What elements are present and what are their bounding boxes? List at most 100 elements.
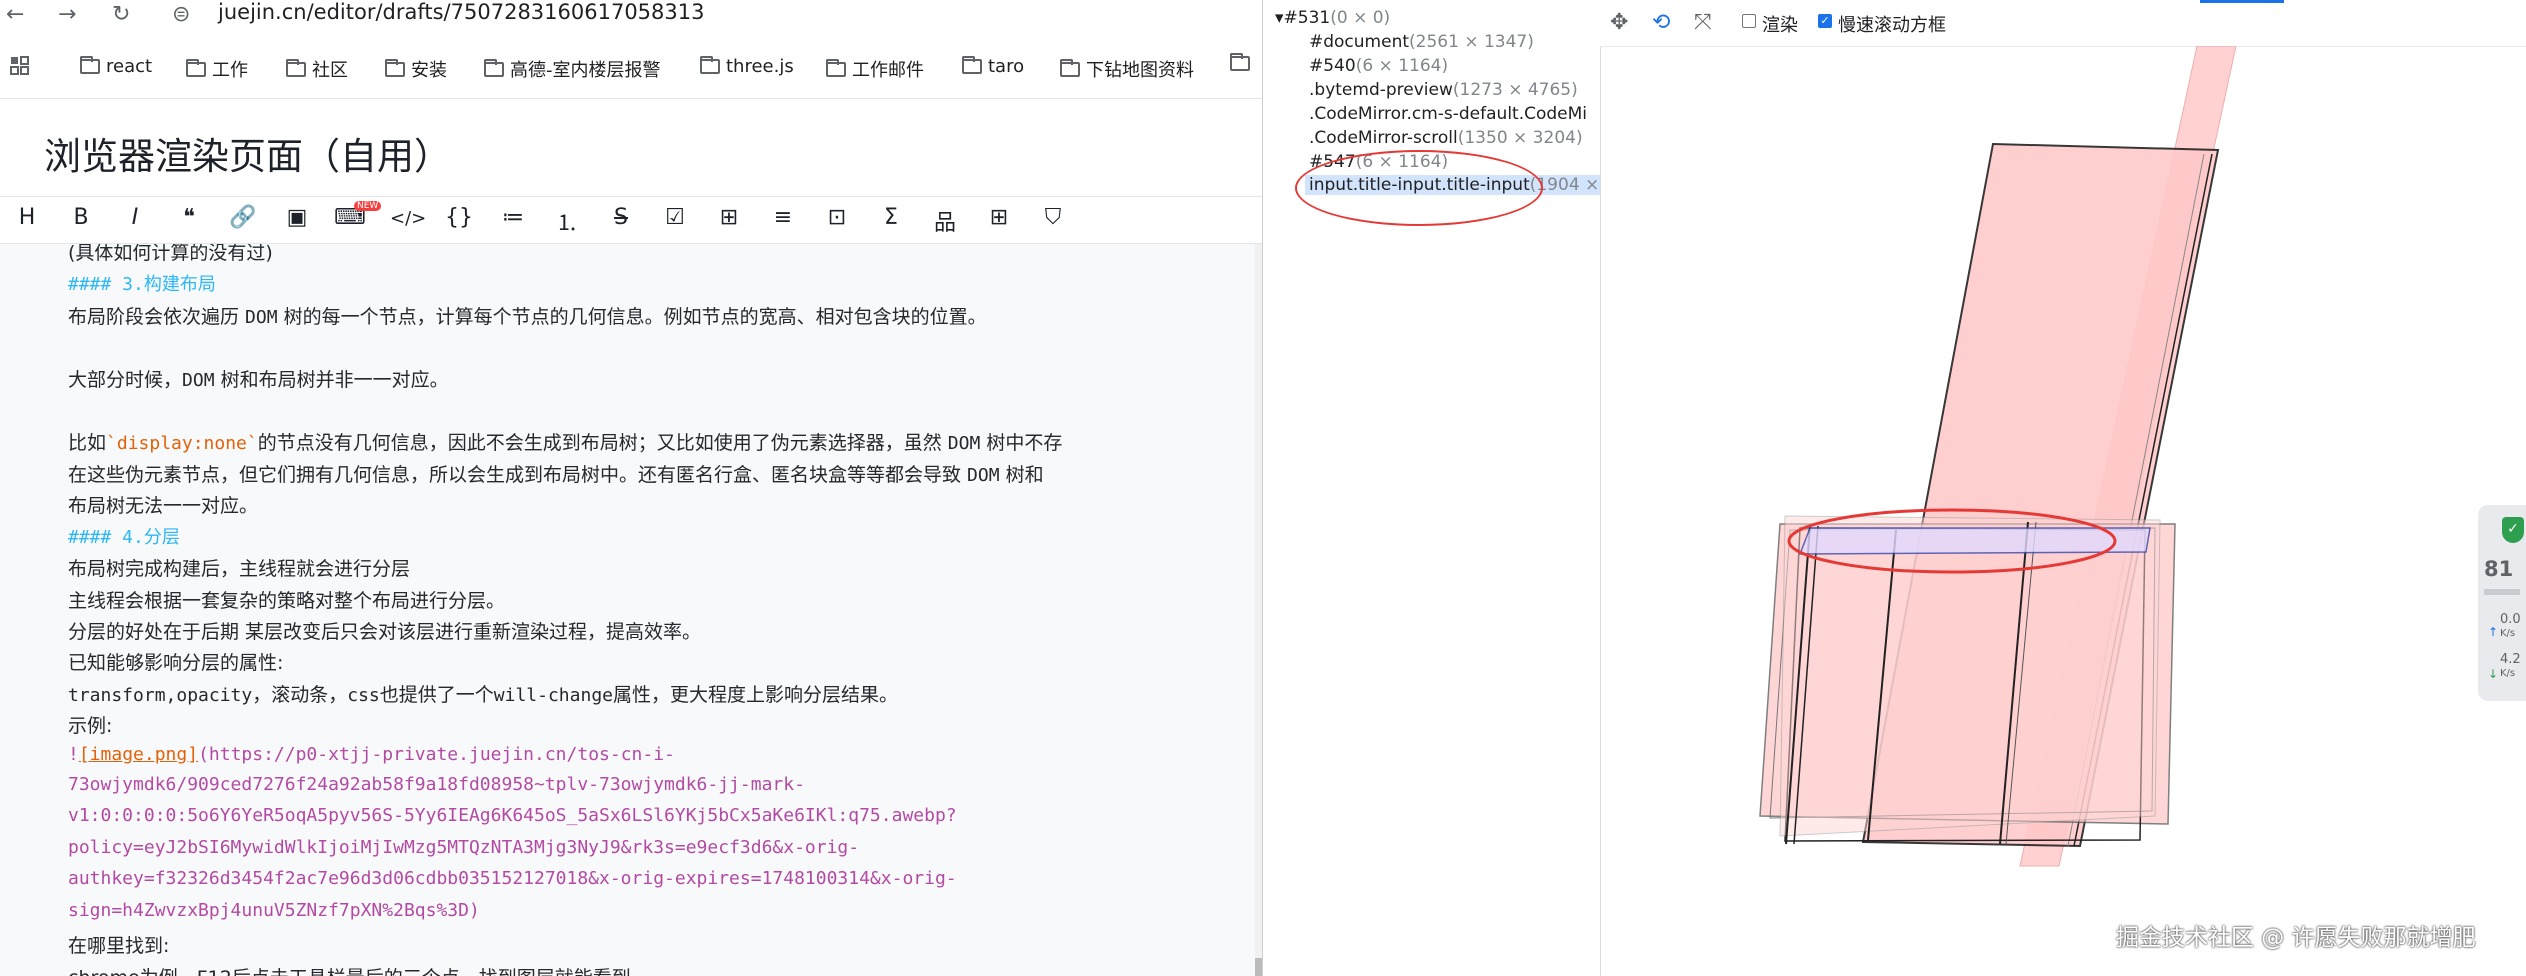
task-list-icon[interactable]: ☑ [660, 205, 690, 230]
table-icon[interactable]: ⊞ [714, 205, 744, 230]
layer-node[interactable]: #document(2561 × 1347) [1309, 32, 1534, 52]
editor-heading-line: #### 3.构建布局 [68, 274, 216, 295]
devtools-layers-panel: ▾#531(0 × 0) #document(2561 × 1347) #540… [1262, 0, 2526, 976]
bookmark-community[interactable]: 社区 [286, 56, 348, 82]
bold-button[interactable]: B [66, 205, 96, 230]
network-speed-widget[interactable]: ✓ 81 ↑ 0.0 K/s ↓ 4.2 K/s [2478, 505, 2526, 701]
folder-icon [186, 58, 206, 77]
grid-icon[interactable]: ⊞ [984, 205, 1014, 230]
site-info-icon[interactable]: ⊜ [172, 2, 190, 27]
bookmark-label: 工作邮件 [852, 60, 924, 81]
layer-node[interactable]: .CodeMirror.cm-s-default.CodeMi [1309, 104, 1587, 124]
folder-icon [484, 58, 504, 77]
unordered-list-icon[interactable]: ≔ [498, 205, 528, 230]
shield-check-icon: ✓ [2502, 517, 2524, 543]
folder-icon [1230, 53, 1250, 71]
editor-line: transform,opacity，滚动条，css也提供了一个will-chan… [68, 684, 899, 706]
bookmark-work[interactable]: 工作 [186, 56, 248, 82]
link-icon[interactable]: 🔗 [228, 205, 258, 230]
folder-icon [962, 56, 982, 74]
selected-layer-highlight [1798, 527, 2151, 555]
editor-line: (具体如何计算的没有过) [68, 244, 273, 264]
layer-node[interactable]: .CodeMirror-scroll(1350 × 3204) [1309, 128, 1583, 148]
layer-node[interactable]: #540(6 × 1164) [1309, 56, 1448, 76]
folder-icon [385, 58, 405, 77]
folder-icon [286, 58, 306, 77]
align-icon[interactable]: ≡ [768, 205, 798, 230]
bookmark-react[interactable]: react [80, 56, 152, 77]
rotate-mode-icon[interactable]: ⟲ [1652, 10, 1670, 35]
bookmark-label: 工作 [212, 60, 248, 81]
new-badge: NEW [354, 201, 382, 211]
strikethrough-button[interactable]: S [606, 205, 636, 230]
folder-icon [700, 56, 720, 74]
diagram-icon[interactable]: 品 [930, 205, 960, 237]
bookmark-install[interactable]: 安装 [385, 56, 447, 82]
bookmark-drilldown-map[interactable]: 下钻地图资料 [1060, 56, 1194, 82]
editor-line: chrome为例，F12后点击工具栏最后的三个点，找到图层就能看到 [68, 963, 631, 976]
reload-button[interactable]: ↻ [112, 2, 130, 27]
back-button[interactable]: ← [6, 2, 24, 27]
editor-line: 已知能够影响分层的属性: [68, 652, 284, 674]
bookmark-amap-alarm[interactable]: 高德-室内楼层报警 [484, 56, 661, 82]
editor-line: 分层的好处在于后期 某层改变后只会对该层进行重新渲染过程，提高效率。 [68, 621, 702, 643]
markdown-editor[interactable]: (具体如何计算的没有过) #### 3.构建布局 布局阶段会依次遍历 DOM 树… [0, 244, 1255, 976]
editor-line: 在哪里找到: [68, 935, 170, 957]
editor-line: 示例: [68, 715, 113, 737]
forward-button[interactable]: → [58, 2, 76, 27]
slow-scroll-rects-checkbox[interactable]: ✓ [1818, 14, 1832, 28]
braces-button[interactable]: {} [444, 205, 474, 230]
editor-line: 布局树无法一一对应。 [68, 495, 259, 517]
editor-image-line: ![image.png](https://p0-xtjj-private.jue… [68, 744, 675, 765]
folder-icon [826, 58, 846, 77]
layer-node[interactable]: .bytemd-preview(1273 × 4765) [1309, 80, 1578, 100]
editor-line: 布局阶段会依次遍历 DOM 树的每一个节点，计算每个节点的几何信息。例如节点的宽… [68, 306, 987, 328]
bookmark-label: 社区 [312, 60, 348, 81]
editor-link-line: v1:0:0:0:0:5o6Y6YeR5oqA5pyv56S-5Yy6IEAg6… [68, 805, 957, 826]
more-icon[interactable]: ⛉ [1038, 205, 1068, 230]
italic-button[interactable]: I [120, 205, 150, 230]
layer-node[interactable]: ▾#531(0 × 0) [1275, 8, 1390, 28]
bookmark-threejs[interactable]: three.js [700, 56, 794, 77]
layer-tree: ▾#531(0 × 0) #document(2561 × 1347) #540… [1263, 0, 1601, 976]
bookmark-overflow[interactable] [1230, 53, 1250, 71]
folder-icon [1060, 58, 1080, 77]
scrollbar-thumb[interactable] [1255, 958, 1262, 976]
apps-grid-icon[interactable] [10, 56, 30, 76]
editor-link-line: sign=h4ZwvzxBpj4unuV5ZNzf7pXN%2Bqs%3D) [68, 900, 480, 921]
editor-link-line: 73owjymdk6/909ced7276f24a92ab58f9a18fd08… [68, 774, 805, 795]
inline-code-button[interactable]: </> [390, 208, 426, 229]
image-icon[interactable]: ▣ [282, 205, 312, 230]
embed-icon[interactable]: ⊡ [822, 205, 852, 230]
bookmark-taro[interactable]: taro [962, 56, 1024, 77]
editor-link-line: authkey=f32326d3454f2ac7e96d3d06cdbb0351… [68, 868, 957, 889]
editor-scrollbar[interactable] [1255, 244, 1262, 976]
editor-line: 布局树完成构建后，主线程就会进行分层 [68, 558, 411, 580]
quote-button[interactable]: ❝ [174, 205, 204, 230]
editor-link-line: policy=eyJ2bSI6MywidWlkIjoiMjIwMzg5MTQzN… [68, 837, 860, 858]
layer-3d-view[interactable]: ✥ ⟲ ⤧ 渲染 ✓ 慢速滚动方框 掘金技术社区 @ 许愿失败那就增肥 [1600, 0, 2526, 976]
bookmarks-bar: react 工作 社区 安装 高德-室内楼层报警 three.js 工作邮件 t… [0, 48, 1262, 88]
page-title[interactable]: 浏览器渲染页面（自用） [44, 126, 451, 180]
score-value: 81 [2484, 557, 2514, 581]
layers-canvas[interactable] [1600, 46, 2526, 976]
editor-line: 主线程会根据一套复杂的策略对整个布局进行分层。 [68, 590, 506, 612]
reset-view-icon[interactable]: ⤧ [1694, 10, 1712, 35]
formula-icon[interactable]: Σ [876, 205, 906, 230]
heading-button[interactable]: H [12, 205, 42, 230]
folder-icon [80, 56, 100, 74]
url-field[interactable]: juejin.cn/editor/drafts/7507283160617058… [218, 0, 705, 24]
browser-pane: ← → ↻ ⊜ juejin.cn/editor/drafts/75072831… [0, 0, 1262, 976]
url-path: /editor/drafts/7507283160617058313 [306, 0, 705, 24]
address-bar-row: ← → ↻ ⊜ juejin.cn/editor/drafts/75072831… [0, 0, 1262, 38]
editor-line: 在这些伪元素节点，但它们拥有几何信息，所以会生成到布局树中。还有匿名行盒、匿名块… [68, 464, 1044, 486]
editor-toolbar: H B I ❝ 🔗 ▣ ⌨ NEW </> {} ≔ ⒈ S ☑ ⊞ ≡ ⊡ Σ… [0, 196, 1262, 244]
paints-checkbox[interactable] [1742, 14, 1756, 28]
pan-mode-icon[interactable]: ✥ [1610, 10, 1628, 35]
bookmark-label: three.js [726, 56, 794, 77]
ordered-list-icon[interactable]: ⒈ [552, 205, 582, 237]
bookmark-work-mail[interactable]: 工作邮件 [826, 56, 924, 82]
download-arrow-icon: ↓ [2488, 667, 2499, 681]
active-tab-indicator [2200, 0, 2284, 3]
editor-line: 大部分时候，DOM 树和布局树并非一一对应。 [68, 369, 449, 391]
